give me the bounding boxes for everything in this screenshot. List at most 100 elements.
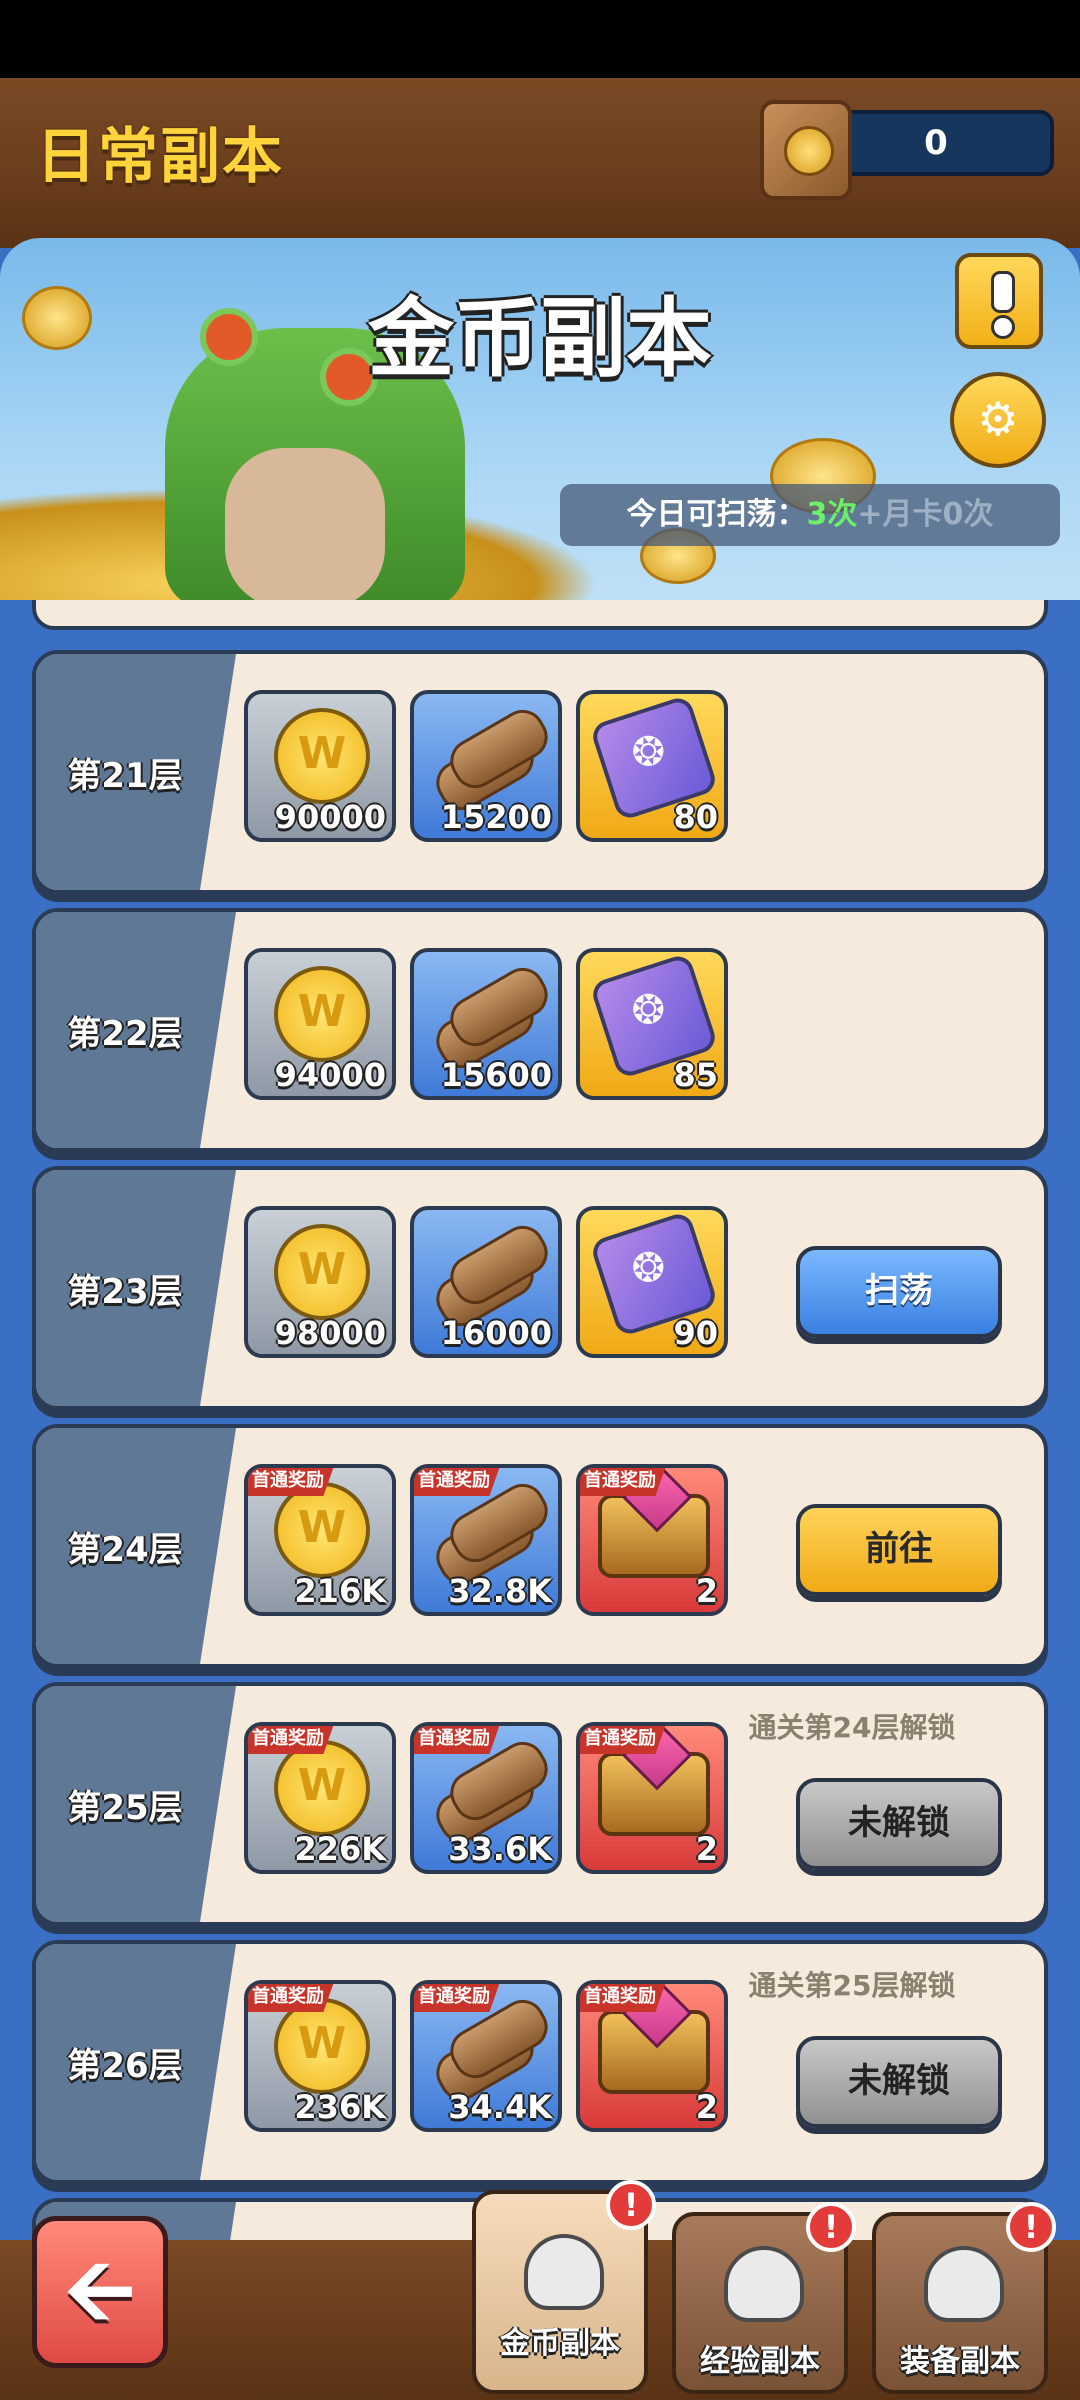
alert-badge: ! bbox=[806, 2202, 856, 2252]
reward-item-wood[interactable]: 首通奖励 34.4K bbox=[410, 1980, 562, 2132]
wood-log-icon bbox=[428, 1475, 556, 1593]
reward-quantity: 85 bbox=[673, 1056, 718, 1094]
first-clear-tag: 首通奖励 bbox=[248, 1726, 334, 1754]
gold-coin-icon: W bbox=[274, 708, 370, 804]
first-clear-tag: 首通奖励 bbox=[414, 1726, 500, 1754]
gem-chest-icon bbox=[598, 1494, 710, 1578]
wood-log-icon bbox=[428, 1991, 556, 2109]
gold-coin-icon: W bbox=[274, 1998, 370, 2094]
first-clear-tag: 首通奖励 bbox=[248, 1984, 334, 2012]
reward-item-wood[interactable]: 16000 bbox=[410, 1206, 562, 1358]
reward-quantity: 2 bbox=[695, 2088, 718, 2126]
locked-button[interactable]: 未解锁 bbox=[796, 1778, 1002, 1870]
gem-chest-icon bbox=[598, 1752, 710, 1836]
reward-quantity: 90000 bbox=[274, 798, 386, 836]
reward-item-scroll[interactable]: 85 bbox=[576, 948, 728, 1100]
gold-coin-icon: W bbox=[274, 966, 370, 1062]
reward-item-scroll[interactable]: 90 bbox=[576, 1206, 728, 1358]
reward-item-coin[interactable]: W 首通奖励 216K bbox=[244, 1464, 396, 1616]
sweep-count-info: 今日可扫荡：3次+月卡0次 bbox=[560, 484, 1060, 546]
floor-label: 第25层 bbox=[67, 1787, 183, 1828]
gold-coin-icon: W bbox=[274, 1224, 370, 1320]
wood-log-icon bbox=[428, 959, 556, 1077]
tab-label: 装备副本 bbox=[900, 2344, 1020, 2379]
page-title: 日常副本 bbox=[36, 122, 284, 192]
locked-button[interactable]: 未解锁 bbox=[796, 2036, 1002, 2128]
unlock-hint: 通关第25层解锁 bbox=[748, 1969, 956, 2002]
tab-label: 金币副本 bbox=[500, 2326, 620, 2361]
floor-row: 第24层 W 首通奖励 216K 首通奖励 32.8K 首通奖励 2 前往 bbox=[32, 1424, 1048, 1668]
first-clear-tag: 首通奖励 bbox=[414, 1468, 500, 1496]
floor-row: 第21层 W90000 15200 80 bbox=[32, 650, 1048, 894]
reward-quantity: 32.8K bbox=[448, 1572, 552, 1610]
reward-quantity: 15200 bbox=[440, 798, 552, 836]
tab-equipment-dungeon[interactable]: 装备副本 ! bbox=[872, 2202, 1056, 2394]
tab-gold-dungeon[interactable]: 金币副本 ! bbox=[472, 2180, 656, 2394]
info-button[interactable] bbox=[955, 253, 1043, 349]
skull-coin-icon bbox=[524, 2234, 604, 2310]
reward-item-coin[interactable]: W 首通奖励 226K bbox=[244, 1722, 396, 1874]
floor-row-partial bbox=[32, 600, 1048, 630]
reward-quantity: 90 bbox=[673, 1314, 718, 1352]
first-clear-tag: 首通奖励 bbox=[580, 1468, 666, 1496]
wood-log-icon bbox=[428, 1217, 556, 1335]
sweep-button[interactable]: 扫荡 bbox=[796, 1246, 1002, 1338]
reward-item-wood[interactable]: 首通奖励 32.8K bbox=[410, 1464, 562, 1616]
alert-badge: ! bbox=[606, 2180, 656, 2230]
ticket-scroll-icon[interactable] bbox=[760, 100, 852, 200]
first-clear-tag: 首通奖励 bbox=[414, 1984, 500, 2012]
floor-row: 第25层 W 首通奖励 226K 首通奖励 33.6K 首通奖励 2 通关第24层解锁 未解锁 bbox=[32, 1682, 1048, 1926]
floor-row: 第26层 W 首通奖励 236K 首通奖励 34.4K 首通奖励 2 通关第25层解锁 未解锁 bbox=[32, 1940, 1048, 2184]
reward-item-wood[interactable]: 首通奖励 33.6K bbox=[410, 1722, 562, 1874]
status-bar bbox=[0, 0, 1080, 78]
skull-exp-icon bbox=[724, 2246, 804, 2322]
reward-quantity: 226K bbox=[294, 1830, 386, 1868]
wood-log-icon bbox=[428, 701, 556, 819]
reward-item-wood[interactable]: 15600 bbox=[410, 948, 562, 1100]
floor-row: 第22层 W94000 15600 85 bbox=[32, 908, 1048, 1152]
back-button[interactable]: 🡨 bbox=[32, 2216, 168, 2368]
reward-item-coin[interactable]: W 首通奖励 236K bbox=[244, 1980, 396, 2132]
reward-item-chest[interactable]: 首通奖励 2 bbox=[576, 1464, 728, 1616]
settings-gear-icon[interactable]: ⚙ bbox=[950, 372, 1046, 468]
skull-star-icon bbox=[924, 2246, 1004, 2322]
first-clear-tag: 首通奖励 bbox=[580, 1726, 666, 1754]
ticket-counter: 0 bbox=[818, 110, 1054, 176]
first-clear-tag: 首通奖励 bbox=[580, 1984, 666, 2012]
reward-item-coin[interactable]: W 98000 bbox=[244, 1206, 396, 1358]
reward-item-coin[interactable]: W 94000 bbox=[244, 948, 396, 1100]
unlock-hint: 通关第24层解锁 bbox=[748, 1711, 956, 1744]
floor-label: 第21层 bbox=[67, 755, 183, 796]
tab-label: 经验副本 bbox=[700, 2344, 820, 2379]
reward-item-wood[interactable]: 15200 bbox=[410, 690, 562, 842]
frog-belly bbox=[225, 448, 385, 600]
floor-list[interactable]: 第21层W900001520080第22层W940001560085第23层W9… bbox=[0, 600, 1080, 2240]
first-clear-tag: 首通奖励 bbox=[248, 1468, 334, 1496]
gem-chest-icon bbox=[598, 2010, 710, 2094]
floor-label: 第22层 bbox=[67, 1013, 183, 1054]
reward-quantity: 15600 bbox=[440, 1056, 552, 1094]
reward-item-scroll[interactable]: 80 bbox=[576, 690, 728, 842]
reward-quantity: 2 bbox=[695, 1572, 718, 1610]
floor-label: 第23层 bbox=[67, 1271, 183, 1312]
reward-quantity: 94000 bbox=[274, 1056, 386, 1094]
gold-coin-icon: W bbox=[274, 1482, 370, 1578]
banner-title: 金币副本 bbox=[368, 289, 712, 389]
reward-item-coin[interactable]: W 90000 bbox=[244, 690, 396, 842]
floor-label: 第26层 bbox=[67, 2045, 183, 2086]
wood-log-icon bbox=[428, 1733, 556, 1851]
alert-badge: ! bbox=[1006, 2202, 1056, 2252]
reward-quantity: 236K bbox=[294, 2088, 386, 2126]
arrow-left-icon: 🡨 bbox=[65, 2240, 135, 2340]
reward-quantity: 2 bbox=[695, 1830, 718, 1868]
reward-quantity: 216K bbox=[294, 1572, 386, 1610]
reward-quantity: 16000 bbox=[440, 1314, 552, 1352]
reward-quantity: 98000 bbox=[274, 1314, 386, 1352]
floor-row: 第23层 W98000 16000 90 扫荡 bbox=[32, 1166, 1048, 1410]
go-button[interactable]: 前往 bbox=[796, 1504, 1002, 1596]
reward-quantity: 33.6K bbox=[448, 1830, 552, 1868]
reward-quantity: 34.4K bbox=[448, 2088, 552, 2126]
reward-quantity: 80 bbox=[673, 798, 718, 836]
gold-coin-icon: W bbox=[274, 1740, 370, 1836]
tab-exp-dungeon[interactable]: 经验副本 ! bbox=[672, 2202, 856, 2394]
